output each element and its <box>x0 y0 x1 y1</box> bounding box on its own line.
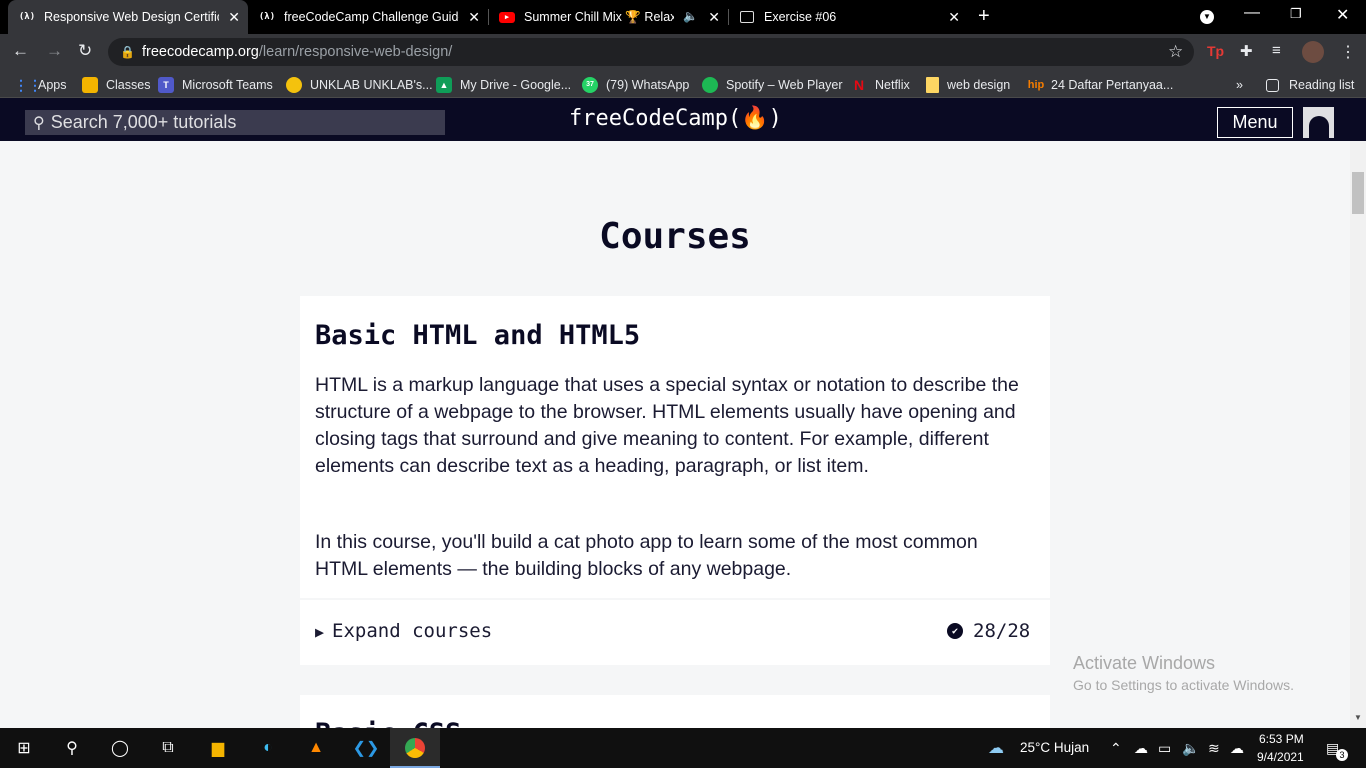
bookmark-my-drive[interactable]: ▲ My Drive - Google... <box>436 76 571 94</box>
bookmark-unklab[interactable]: UNKLAB UNKLAB's... <box>286 76 433 94</box>
search-icon: ⚲ <box>33 114 45 132</box>
tab-title: Responsive Web Design Certifica <box>44 10 219 24</box>
course-description-2: In this course, you'll build a cat photo… <box>315 531 978 580</box>
check-circle-icon: ✔ <box>947 623 963 639</box>
page-scrollbar[interactable] <box>1350 141 1366 728</box>
course-description: HTML is a markup language that uses a sp… <box>315 374 1019 477</box>
bookmark-web-design[interactable]: web design <box>926 76 1010 94</box>
page-title: Courses <box>599 216 751 257</box>
taskbar-time[interactable]: 6:53 PM <box>1259 732 1304 746</box>
youtube-icon: ▶ <box>498 9 516 25</box>
browser-menu-icon[interactable]: ⋮ <box>1340 42 1356 62</box>
network-icon[interactable]: ☁ <box>1134 740 1148 757</box>
volume-icon[interactable]: 🔈 <box>1182 740 1199 757</box>
edge-icon[interactable]: ◐ <box>256 736 280 760</box>
tab-title: freeCodeCamp Challenge Guide: <box>284 10 459 24</box>
new-tab-plus-icon[interactable]: + <box>978 5 990 28</box>
teams-icon: T <box>158 77 174 93</box>
tab-responsive-web-design[interactable]: (λ) Responsive Web Design Certifica ✕ <box>8 0 248 34</box>
activate-windows-subtitle: Go to Settings to activate Windows. <box>1073 677 1294 693</box>
profile-avatar[interactable] <box>1302 41 1324 63</box>
tab-title: Summer Chill Mix 🏆 Relaxin <box>524 9 674 24</box>
url-text[interactable]: freecodecamp.org/learn/responsive-web-de… <box>142 44 452 60</box>
user-avatar-icon <box>1308 116 1329 138</box>
battery-icon[interactable]: ▭ <box>1158 740 1171 757</box>
fcc-favicon-icon: (λ) <box>18 12 36 22</box>
lock-icon[interactable]: 🔒 <box>120 45 135 59</box>
unklab-icon <box>286 77 302 93</box>
triangle-right-icon: ▶ <box>315 623 325 641</box>
bookmark-whatsapp[interactable]: 37 (79) WhatsApp <box>582 76 689 94</box>
close-icon[interactable]: ✕ <box>468 9 480 26</box>
back-arrow-icon[interactable]: ← <box>12 41 29 61</box>
close-window-icon[interactable]: ✕ <box>1336 5 1349 25</box>
tab-fcc-challenge-guide[interactable]: (λ) freeCodeCamp Challenge Guide: ✕ <box>248 0 489 34</box>
extensions-puzzle-icon[interactable]: ✚ <box>1240 42 1253 60</box>
user-avatar[interactable] <box>1303 107 1334 138</box>
windows-start-icon[interactable]: ⊞ <box>12 736 36 760</box>
bookmark-classes[interactable]: Classes <box>82 76 150 94</box>
bookmark-spotify[interactable]: Spotify – Web Player <box>702 76 843 94</box>
classroom-icon <box>82 77 98 93</box>
expand-courses-button[interactable]: ▶ Expand courses <box>315 620 492 642</box>
menu-button[interactable]: Menu <box>1217 107 1293 138</box>
tab-search-icon[interactable]: ▼ <box>1200 10 1214 24</box>
tab-exercise-06[interactable]: Exercise #06 ✕ <box>728 0 968 34</box>
fcc-favicon-icon: (λ) <box>258 12 276 22</box>
vscode-icon[interactable]: ❮❯ <box>353 736 380 760</box>
hip-icon: hip <box>1027 79 1045 91</box>
search-input[interactable]: ⚲ Search 7,000+ tutorials <box>25 110 445 135</box>
weather-text[interactable]: 25°C Hujan <box>1020 740 1089 755</box>
reload-icon[interactable]: ↻ <box>78 41 92 61</box>
vlc-icon[interactable]: ▲ <box>304 736 328 760</box>
bookmark-netflix[interactable]: N Netflix <box>851 76 910 94</box>
restore-icon[interactable]: ❐ <box>1290 6 1302 22</box>
chrome-icon[interactable] <box>403 736 427 760</box>
extension-tp-icon[interactable]: Tp <box>1207 43 1224 59</box>
close-icon[interactable]: ✕ <box>948 9 960 26</box>
tab-title: Exercise #06 <box>764 10 837 24</box>
spotify-icon <box>702 77 718 93</box>
taskbar-date[interactable]: 9/4/2021 <box>1257 750 1304 764</box>
close-icon[interactable]: ✕ <box>708 9 720 26</box>
reading-list[interactable]: Reading list <box>1266 76 1354 94</box>
minimize-icon[interactable]: — <box>1244 4 1260 22</box>
wifi-icon[interactable]: ≋ <box>1208 740 1220 757</box>
weather-icon[interactable]: ☁ <box>988 738 1004 758</box>
google-drive-icon: ▲ <box>436 77 452 93</box>
close-icon[interactable]: ✕ <box>228 9 240 26</box>
apps-grid-icon: ⋮⋮ <box>14 77 42 93</box>
whatsapp-icon: 37 <box>582 77 598 93</box>
task-view-icon[interactable]: ⧉ <box>156 736 180 760</box>
reading-list-icon <box>1266 78 1279 92</box>
speaker-icon[interactable]: 🔈 <box>683 9 698 23</box>
cortana-icon[interactable]: ◯ <box>108 736 132 760</box>
bookmark-star-icon[interactable]: ☆ <box>1168 42 1183 62</box>
course-title[interactable]: Basic HTML and HTML5 <box>315 320 640 351</box>
bookmark-microsoft-teams[interactable]: T Microsoft Teams <box>158 76 273 94</box>
page-icon <box>738 9 756 25</box>
search-placeholder: Search 7,000+ tutorials <box>50 112 237 132</box>
folder-icon <box>926 77 939 93</box>
file-explorer-icon[interactable]: ▆ <box>206 736 230 760</box>
search-icon[interactable]: ⚲ <box>60 736 84 760</box>
onedrive-icon[interactable]: ☁ <box>1230 740 1244 757</box>
notification-count-badge: 3 <box>1336 749 1348 761</box>
chevron-up-icon[interactable]: ⌃ <box>1110 740 1122 757</box>
scroll-down-arrow-icon[interactable]: ▼ <box>1354 713 1362 722</box>
tab-summer-chill-mix[interactable]: ▶ Summer Chill Mix 🏆 Relaxin 🔈 ✕ <box>488 0 729 34</box>
netflix-icon: N <box>853 77 865 93</box>
forward-arrow-icon[interactable]: → <box>46 41 63 61</box>
next-course-title[interactable]: Basic CSS <box>315 718 461 728</box>
bookmark-daftar-pertanyaan[interactable]: hip 24 Daftar Pertanyaa... <box>1026 76 1174 94</box>
bookmarks-overflow[interactable]: » <box>1236 76 1243 94</box>
fcc-logo[interactable]: freeCodeCamp(🔥) <box>569 106 782 131</box>
next-course-card: Basic CSS <box>300 695 1050 728</box>
scrollbar-thumb[interactable] <box>1352 172 1364 214</box>
bookmark-apps[interactable]: ⋮⋮ Apps <box>14 76 67 94</box>
activate-windows-title: Activate Windows <box>1073 653 1216 673</box>
media-control-icon[interactable]: ≡ <box>1272 42 1281 59</box>
course-progress: ✔ 28/28 <box>947 620 1030 642</box>
